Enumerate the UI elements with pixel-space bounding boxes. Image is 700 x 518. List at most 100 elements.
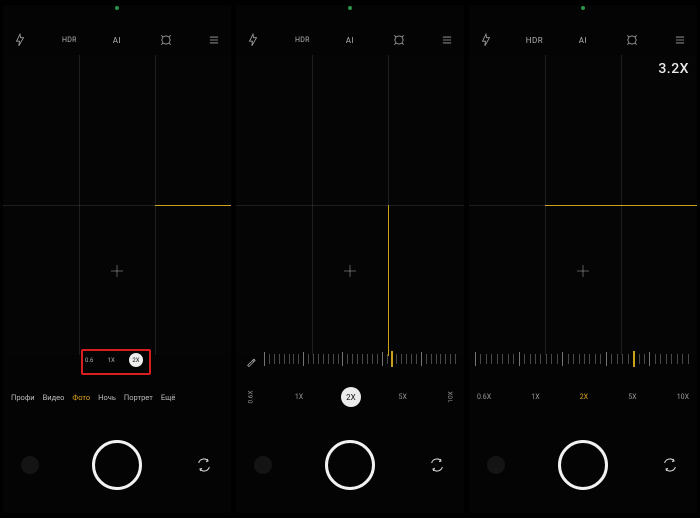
ai-toggle[interactable]: AI xyxy=(108,32,126,48)
menu-icon[interactable] xyxy=(205,32,223,48)
ruler-tick xyxy=(436,354,437,364)
ruler-tick xyxy=(660,354,661,364)
switch-camera-icon[interactable] xyxy=(661,456,679,474)
mode-item-selected[interactable]: Фото xyxy=(72,393,90,402)
zoom-pill[interactable]: 1X xyxy=(531,393,539,401)
zoom-pill[interactable]: 10X xyxy=(677,393,689,401)
mode-item[interactable]: Ночь xyxy=(98,393,116,402)
ruler-tick xyxy=(502,354,503,364)
zoom-pill-selected[interactable]: 2X xyxy=(341,387,361,407)
ruler-tick xyxy=(323,354,324,364)
flash-icon[interactable] xyxy=(11,32,29,48)
flash-icon[interactable] xyxy=(244,32,262,48)
mode-item[interactable]: Видео xyxy=(43,393,65,402)
zoom-pill-row[interactable]: 0.6X 1X 2X 5X 10X xyxy=(473,387,693,407)
top-toolbar: HDR AI xyxy=(7,29,227,51)
focus-highlight xyxy=(155,205,231,206)
ruler-tick xyxy=(367,354,368,364)
ruler-tick xyxy=(617,354,618,364)
zoom-pill-selected[interactable]: 2X xyxy=(129,353,143,367)
switch-camera-icon[interactable] xyxy=(195,456,213,474)
status-dot xyxy=(348,6,352,10)
ruler-tick xyxy=(406,354,407,364)
viewfinder[interactable] xyxy=(3,55,231,355)
zoom-pill[interactable]: 0.6X xyxy=(477,393,491,401)
ruler-tick xyxy=(401,354,402,364)
effects-icon[interactable] xyxy=(246,352,256,362)
ruler-tick xyxy=(308,354,309,364)
menu-icon[interactable] xyxy=(438,32,456,48)
hdr-toggle[interactable]: HDR xyxy=(526,32,544,48)
ruler-tick xyxy=(396,354,397,364)
status-dot xyxy=(581,6,585,10)
ruler-tick xyxy=(557,354,558,364)
viewfinder[interactable] xyxy=(236,55,464,355)
ruler-tick xyxy=(338,354,339,364)
zoom-pill[interactable]: 0.6X xyxy=(247,390,255,403)
ruler-tick xyxy=(530,354,531,364)
zoom-pill[interactable]: 10X xyxy=(446,391,454,402)
ruler-tick xyxy=(497,354,498,364)
zoom-pill-row[interactable]: 0.6X 1X 2X 5X 10X xyxy=(240,387,460,407)
ruler-tick xyxy=(491,354,492,364)
mode-item[interactable]: Ещё xyxy=(161,393,176,402)
hdr-toggle[interactable]: HDR xyxy=(61,31,77,49)
viewfinder[interactable]: 3.2X xyxy=(469,55,697,355)
zoom-pill-row[interactable]: 0.6 1X 2X xyxy=(85,351,143,369)
gallery-thumbnail[interactable] xyxy=(487,456,505,474)
ruler-tick xyxy=(284,354,285,364)
shutter-button[interactable] xyxy=(325,440,375,490)
zoom-pill-selected[interactable]: 2X xyxy=(580,393,588,401)
ruler-tick xyxy=(347,354,348,364)
menu-icon[interactable] xyxy=(671,32,689,48)
switch-camera-icon[interactable] xyxy=(428,456,446,474)
zoom-pill[interactable]: 0.6 xyxy=(85,357,93,364)
camera-ui-variant-c: HDR AI 3.2X 0.6X 1X 2X 5X 10X xyxy=(469,5,697,513)
ruler-tick xyxy=(655,354,656,364)
ruler-tick xyxy=(508,354,509,364)
ruler-tick xyxy=(688,354,689,364)
ruler-tick xyxy=(372,354,373,364)
mode-item[interactable]: Портрет xyxy=(124,393,153,402)
gallery-thumbnail[interactable] xyxy=(254,456,272,474)
shutter-bar xyxy=(3,435,231,495)
ruler-tick xyxy=(513,354,514,364)
ruler-tick xyxy=(606,352,607,366)
ruler-tick xyxy=(562,352,563,366)
wide-icon[interactable] xyxy=(390,32,408,48)
ruler-tick xyxy=(293,354,294,364)
shutter-button[interactable] xyxy=(92,440,142,490)
shutter-button[interactable] xyxy=(558,440,608,490)
hdr-toggle[interactable]: HDR xyxy=(294,31,310,49)
center-cross-icon xyxy=(344,265,356,277)
ruler-tick xyxy=(622,354,623,364)
zoom-pill[interactable]: 1X xyxy=(108,357,115,364)
camera-ui-variant-b: HDR AI 0.6X 1X 2X 5X 10X xyxy=(236,5,464,513)
wide-icon[interactable] xyxy=(623,32,641,48)
zoom-pill[interactable]: 5X xyxy=(399,393,407,401)
ruler-tick xyxy=(540,354,541,364)
ruler-tick xyxy=(628,354,629,364)
ai-toggle[interactable]: AI xyxy=(574,32,592,48)
gallery-thumbnail[interactable] xyxy=(21,456,39,474)
zoom-pill[interactable]: 5X xyxy=(628,393,636,401)
ruler-tick xyxy=(333,354,334,364)
ruler-tick xyxy=(269,354,270,364)
camera-ui-variant-a: HDR AI 0.6 1X 2X Профи Видео Фото Ночь П… xyxy=(3,5,231,513)
zoom-ruler[interactable] xyxy=(475,348,693,372)
zoom-ruler[interactable] xyxy=(264,348,460,372)
wide-icon[interactable] xyxy=(157,32,175,48)
ai-toggle[interactable]: AI xyxy=(341,32,359,48)
flash-icon[interactable] xyxy=(477,32,495,48)
ruler-tick xyxy=(546,354,547,364)
ruler-tick xyxy=(289,354,290,364)
ruler-tick xyxy=(450,354,451,364)
ruler-tick xyxy=(573,354,574,364)
ruler-tick xyxy=(440,354,441,364)
mode-item[interactable]: Профи xyxy=(11,393,35,402)
ruler-tick xyxy=(362,354,363,364)
ruler-tick xyxy=(639,354,640,364)
ruler-tick xyxy=(382,352,383,366)
mode-strip[interactable]: Профи Видео Фото Ночь Портрет Ещё xyxy=(7,389,227,405)
zoom-pill[interactable]: 1X xyxy=(295,393,303,401)
